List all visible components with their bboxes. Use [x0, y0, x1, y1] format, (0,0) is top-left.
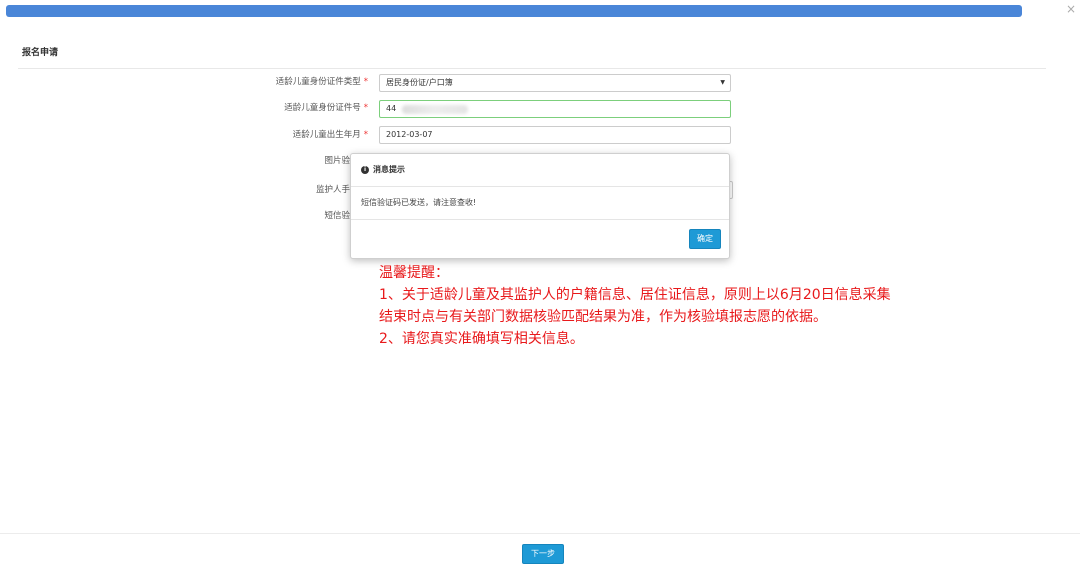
guardian-phone-label: 监护人手	[315, 185, 350, 195]
id-number-input[interactable]: 44	[379, 100, 731, 118]
id-number-label-text: 适龄儿童身份证件号	[284, 103, 361, 113]
progress-bar	[6, 5, 1022, 17]
required-mark: *	[363, 130, 368, 140]
dialog-header: i 消息提示	[351, 154, 729, 187]
chevron-down-icon: ▼	[720, 79, 725, 86]
divider	[18, 68, 1046, 69]
page-title: 报名申请	[22, 48, 59, 58]
ok-button[interactable]: 确定	[689, 229, 721, 249]
id-number-value: 44	[386, 104, 397, 113]
dialog-title: 消息提示	[373, 165, 405, 174]
tips-line-2: 2、请您真实准确填写相关信息。	[379, 331, 584, 347]
captcha-label: 图片验	[324, 156, 350, 166]
required-mark: *	[363, 103, 368, 113]
tips-panel: 温馨提醒： 1、关于适龄儿童及其监护人的户籍信息、居住证信息，原则上以6月20日…	[379, 262, 899, 350]
dialog-message: 短信验证码已发送，请注意查收!	[351, 187, 729, 220]
id-type-label: 适龄儿童身份证件类型 *	[168, 75, 368, 87]
id-type-label-text: 适龄儿童身份证件类型	[275, 77, 361, 87]
id-type-value: 居民身份证/户口簿	[386, 78, 453, 87]
close-icon[interactable]: ×	[1066, 2, 1076, 16]
next-button[interactable]: 下一步	[522, 544, 564, 564]
birth-date-value: 2012-03-07	[386, 130, 433, 139]
id-type-select[interactable]: 居民身份证/户口簿 ▼	[379, 74, 731, 92]
tips-line-1: 1、关于适龄儿童及其监护人的户籍信息、居住证信息，原则上以6月20日信息采集结束…	[379, 287, 891, 325]
redacted-blur	[402, 105, 468, 114]
birth-date-input[interactable]: 2012-03-07	[379, 126, 731, 144]
footer-divider	[0, 533, 1080, 534]
message-dialog: i 消息提示 短信验证码已发送，请注意查收! 确定	[350, 153, 730, 259]
info-icon: i	[361, 165, 369, 174]
birth-label-text: 适龄儿童出生年月	[292, 130, 361, 140]
required-mark: *	[363, 77, 368, 87]
birth-label: 适龄儿童出生年月 *	[168, 128, 368, 140]
sms-code-label: 短信验	[324, 211, 350, 221]
id-number-label: 适龄儿童身份证件号 *	[168, 101, 368, 113]
tips-heading: 温馨提醒：	[379, 265, 449, 281]
